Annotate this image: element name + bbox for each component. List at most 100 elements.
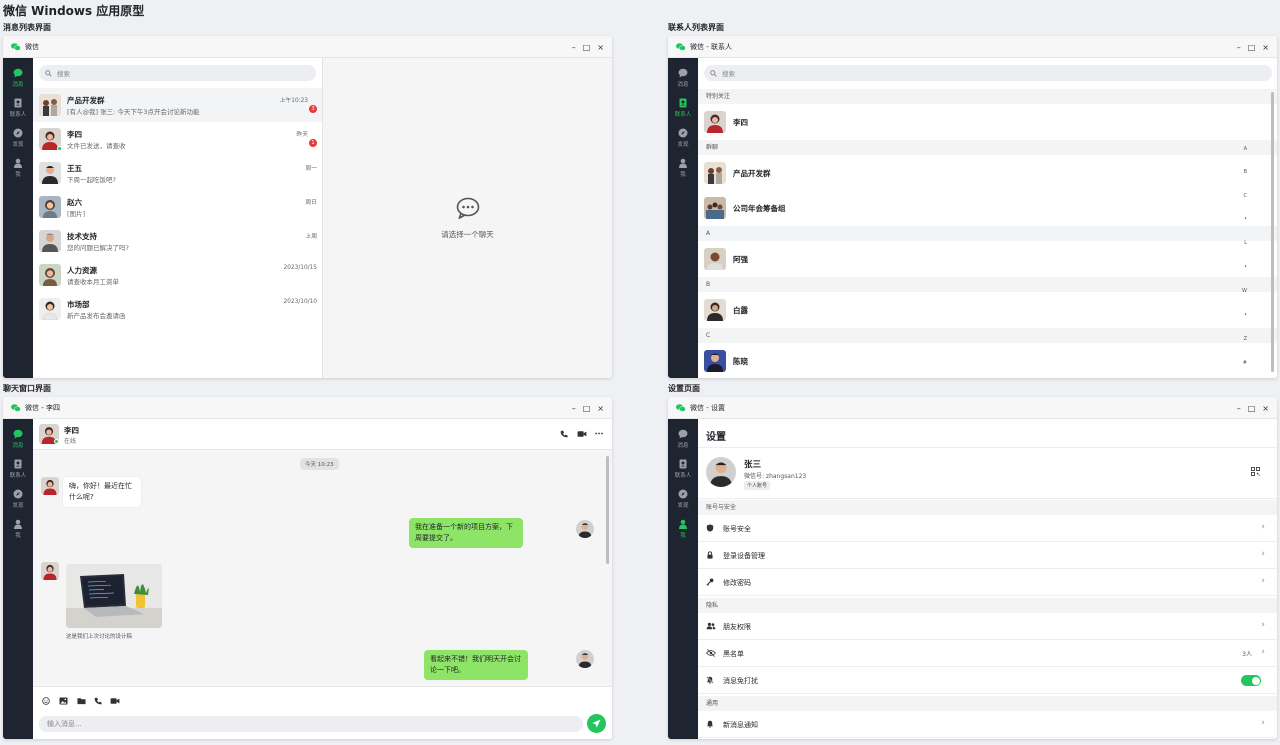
message-input[interactable]: 输入消息...	[39, 716, 583, 732]
nav-label: 我	[15, 533, 21, 539]
conversation-time: 2023/10/10	[283, 299, 317, 305]
more-options-icon[interactable]	[595, 432, 603, 435]
alpha-index-letter[interactable]: C	[1244, 193, 1248, 199]
phone-icon[interactable]	[560, 430, 568, 438]
nav-contacts[interactable]: 联系人	[668, 455, 698, 483]
conversation-row[interactable]: 产品开发群 [有人@我] 张三: 今天下午3点开会讨论新功能 上午10:23 3	[33, 88, 322, 122]
maximize-button[interactable]: □	[583, 404, 591, 413]
folder-icon[interactable]	[77, 697, 86, 705]
conversation-preview: 下周一起吃饭吧?	[67, 176, 116, 184]
nav-messages[interactable]: 消息	[668, 425, 698, 453]
nav-discover[interactable]: 发现	[3, 124, 33, 152]
user-group-icon	[706, 622, 716, 630]
nav-contacts[interactable]: 联系人	[3, 94, 33, 122]
avatar	[704, 350, 726, 372]
video-call-icon[interactable]	[577, 430, 587, 438]
bell-icon	[706, 720, 714, 728]
minimize-button[interactable]: –	[1237, 404, 1241, 413]
image-icon[interactable]	[59, 697, 68, 705]
scrollbar-thumb[interactable]	[606, 456, 609, 564]
phone-icon[interactable]	[94, 697, 102, 705]
qr-code-icon[interactable]	[1251, 467, 1260, 476]
settings-item-friends[interactable]: 朋友权限 ›	[698, 613, 1277, 640]
maximize-button[interactable]: □	[1248, 404, 1256, 413]
nav-discover[interactable]: 发现	[668, 124, 698, 152]
section-label-settings: 设置页面	[668, 384, 700, 393]
maximize-button[interactable]: □	[1248, 43, 1256, 52]
video-call-icon[interactable]	[110, 697, 120, 705]
dnd-toggle[interactable]	[1241, 675, 1261, 686]
settings-item-devices[interactable]: 登录设备管理 ›	[698, 542, 1277, 569]
nav-discover[interactable]: 发现	[668, 485, 698, 513]
send-button[interactable]	[587, 714, 606, 733]
message-bubble-outgoing[interactable]: 我在准备一个新的项目方案，下周要提交了。	[409, 518, 523, 548]
nav-contacts[interactable]: 联系人	[3, 455, 33, 483]
conversation-row[interactable]: 赵六 [图片] 周日	[33, 190, 322, 224]
nav-messages[interactable]: 消息	[668, 64, 698, 92]
search-input[interactable]: 搜索	[704, 65, 1272, 81]
profile-card[interactable]: 张三 微信号: zhangsan123 个人账号	[698, 447, 1277, 499]
alpha-index-letter[interactable]: A	[1244, 146, 1247, 152]
section-label-message-list: 消息列表界面	[3, 23, 51, 32]
scrollbar-thumb[interactable]	[1271, 92, 1274, 372]
alpha-index-letter[interactable]: #	[1243, 360, 1247, 366]
conversation-row[interactable]: 市场部 新产品发布会邀请函 2023/10/10	[33, 292, 322, 326]
profile-avatar	[706, 457, 736, 487]
nav-messages[interactable]: 消息	[3, 64, 33, 92]
close-button[interactable]: ×	[597, 404, 604, 413]
nav-contacts[interactable]: 联系人	[668, 94, 698, 122]
message-image-laptop[interactable]	[66, 564, 162, 628]
minimize-button[interactable]: –	[1237, 43, 1241, 52]
nav-messages[interactable]: 消息	[3, 425, 33, 453]
conversation-row[interactable]: 李四 文件已发送，请查收 昨天 1	[33, 122, 322, 156]
nav-label: 联系人	[9, 473, 27, 479]
chat-placeholder-panel: 请选择一个聊天	[322, 58, 612, 378]
settings-item-security[interactable]: 账号安全 ›	[698, 515, 1277, 542]
alpha-index-letter[interactable]: W	[1242, 288, 1247, 294]
close-button[interactable]: ×	[597, 43, 604, 52]
conversation-name: 人力资源	[67, 266, 97, 275]
search-input[interactable]: 搜索	[39, 65, 316, 81]
conversation-row[interactable]: 王五 下周一起吃饭吧? 周一	[33, 156, 322, 190]
alpha-index-letter[interactable]: •	[1244, 264, 1247, 270]
settings-item-password[interactable]: 修改密码 ›	[698, 569, 1277, 596]
conversation-time: 昨天	[296, 132, 308, 138]
section-label-chat: 聊天窗口界面	[3, 384, 51, 393]
minimize-button[interactable]: –	[572, 43, 576, 52]
contact-name: 陈晓	[733, 357, 748, 366]
message-bubble-outgoing[interactable]: 看起来不错！我们明天开会讨论一下吧。	[424, 650, 528, 680]
search-icon	[710, 69, 717, 77]
alpha-index-letter[interactable]: Z	[1244, 336, 1247, 342]
conversation-row[interactable]: 技术支持 您的问题已解决了吗? 上周	[33, 224, 322, 258]
alpha-index-letter[interactable]: L	[1244, 240, 1247, 246]
alpha-index-letter[interactable]: B	[1244, 169, 1247, 175]
nav-me[interactable]: 我	[3, 154, 33, 182]
nav-me[interactable]: 我	[668, 154, 698, 182]
nav-discover[interactable]: 发现	[3, 485, 33, 513]
emoji-icon[interactable]	[42, 697, 50, 705]
alpha-index-letter[interactable]: •	[1244, 216, 1247, 222]
close-button[interactable]: ×	[1262, 43, 1269, 52]
chat-bubble-icon	[13, 68, 23, 78]
contact-row[interactable]: 李四	[698, 104, 1277, 140]
nav-me[interactable]: 我	[3, 515, 33, 543]
contact-row[interactable]: 产品开发群	[698, 155, 1277, 191]
settings-item-notify[interactable]: 新消息通知 ›	[698, 711, 1277, 738]
maximize-button[interactable]: □	[583, 43, 591, 52]
contact-row[interactable]: 白露	[698, 292, 1277, 328]
contact-row[interactable]: 公司年会筹备组	[698, 190, 1277, 226]
sidebar: 消息 联系人 发现 我	[3, 419, 33, 739]
titlebar: 微信 - 设置 – □ ×	[668, 397, 1277, 419]
conversation-row[interactable]: 人力资源 请查收本月工资单 2023/10/15	[33, 258, 322, 292]
unread-badge: 1	[309, 139, 317, 147]
contact-row[interactable]: 阿强	[698, 241, 1277, 277]
alpha-index-letter[interactable]: •	[1244, 312, 1247, 318]
avatar	[704, 197, 726, 219]
settings-item-blacklist[interactable]: 黑名单 3人 ›	[698, 640, 1277, 667]
nav-me[interactable]: 我	[668, 515, 698, 543]
contact-row[interactable]: 陈晓	[698, 343, 1277, 378]
profile-wechat-id: 微信号: zhangsan123	[744, 473, 807, 480]
minimize-button[interactable]: –	[572, 404, 576, 413]
message-bubble-incoming[interactable]: 嗨，你好！最近在忙什么呢?	[63, 477, 141, 507]
close-button[interactable]: ×	[1262, 404, 1269, 413]
